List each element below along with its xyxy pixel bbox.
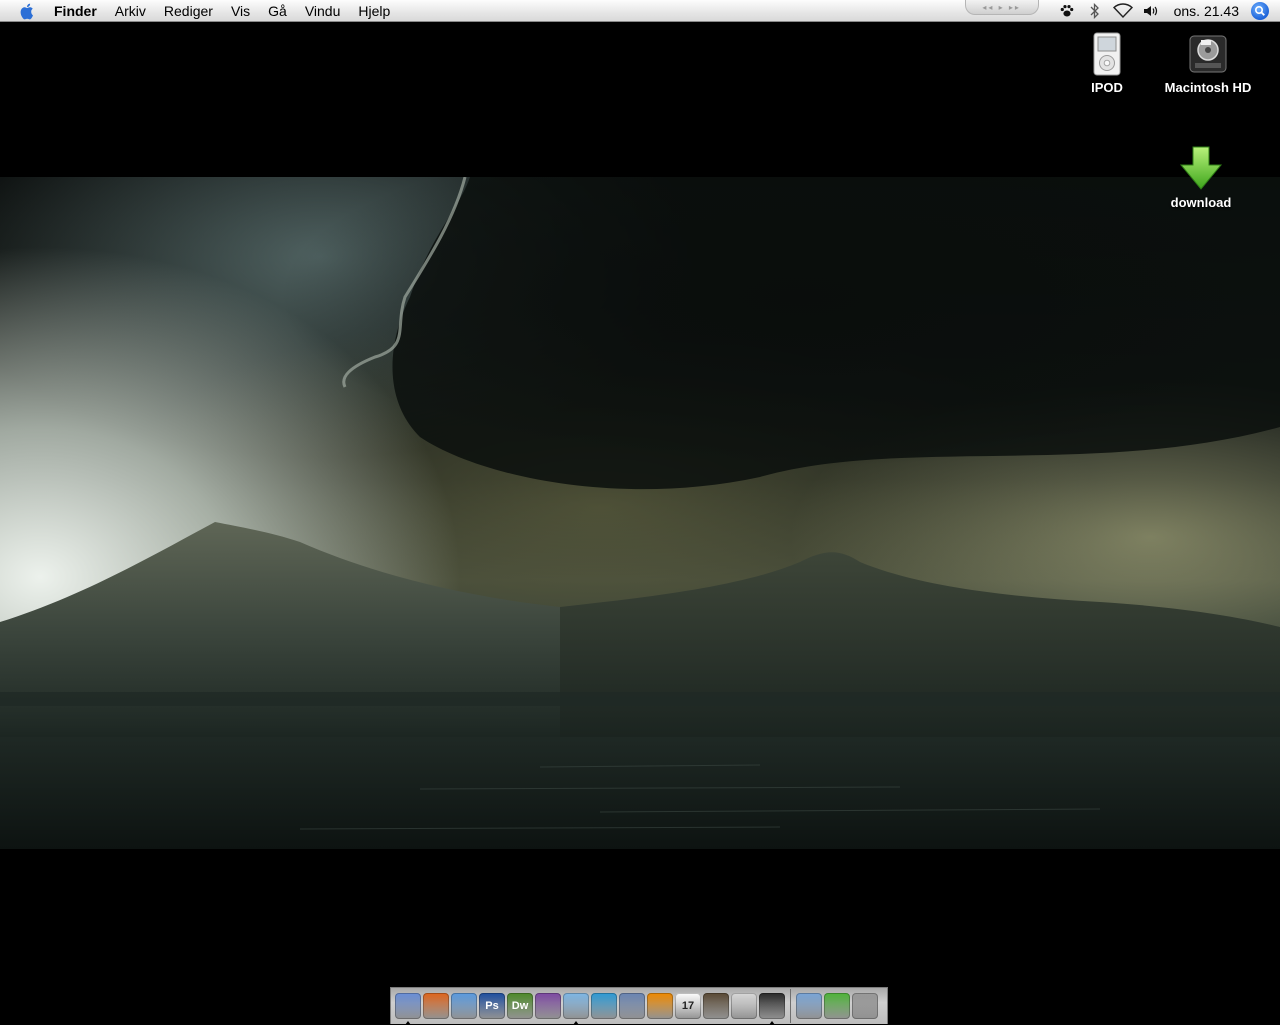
trash-icon[interactable] bbox=[852, 993, 878, 1019]
mail-icon[interactable] bbox=[619, 993, 645, 1019]
desktop-wallpaper bbox=[0, 177, 1280, 849]
desktop-icon-label: Macintosh HD bbox=[1164, 80, 1252, 95]
dock-item-text: 17 bbox=[681, 1000, 695, 1012]
itunes-icon[interactable] bbox=[563, 993, 589, 1025]
media-controls-icon[interactable]: ◂◂ ▸ ▸▸ bbox=[964, 0, 1039, 15]
paw-icon[interactable] bbox=[1057, 2, 1077, 20]
dock: Ps Dw 17 bbox=[390, 987, 888, 1025]
menu-hjelp[interactable]: Hjelp bbox=[349, 0, 399, 22]
dock-separator bbox=[790, 989, 791, 1023]
applications-folder-icon[interactable] bbox=[796, 993, 822, 1019]
desktop-icon-macintosh-hd[interactable]: Macintosh HD bbox=[1153, 32, 1263, 95]
desktop-icon-label: IPOD bbox=[1091, 80, 1123, 95]
dock-item-text: Dw bbox=[511, 1000, 529, 1012]
safari-icon[interactable] bbox=[451, 993, 477, 1019]
menu-app-name[interactable]: Finder bbox=[52, 0, 106, 22]
menu-rediger[interactable]: Rediger bbox=[155, 0, 222, 22]
desktop-icon-ipod[interactable]: IPOD bbox=[1052, 32, 1162, 95]
photoshop-icon[interactable]: Ps bbox=[479, 993, 505, 1019]
downloads-stack-icon[interactable] bbox=[824, 993, 850, 1019]
menu-vis[interactable]: Vis bbox=[222, 0, 259, 22]
preview-icon[interactable] bbox=[535, 993, 561, 1019]
messenger-icon[interactable] bbox=[591, 993, 617, 1019]
hard-drive-icon bbox=[1189, 35, 1227, 73]
volcano-landscape-image bbox=[0, 177, 1280, 849]
desktop-icon-download[interactable]: download bbox=[1146, 145, 1256, 210]
dashboard-icon[interactable] bbox=[759, 993, 785, 1025]
apple-menu-icon[interactable] bbox=[19, 2, 37, 20]
menu-bar: Finder Arkiv Rediger Vis Gå Vindu Hjelp … bbox=[0, 0, 1280, 22]
apple-store-icon[interactable] bbox=[731, 993, 757, 1019]
ipod-icon bbox=[1093, 32, 1121, 76]
dock-item-text: Ps bbox=[485, 1000, 499, 1012]
finder-icon[interactable] bbox=[395, 993, 421, 1025]
menu-extras: ◂◂ ▸ ▸▸ ons. 21.43 bbox=[964, 0, 1280, 21]
bluetooth-icon[interactable] bbox=[1085, 2, 1105, 20]
ical-icon[interactable]: 17 bbox=[675, 993, 701, 1019]
menu-clock[interactable]: ons. 21.43 bbox=[1174, 3, 1239, 19]
firefox-icon[interactable] bbox=[423, 993, 449, 1019]
vlc-icon[interactable] bbox=[647, 993, 673, 1019]
menu-ga[interactable]: Gå bbox=[259, 0, 296, 22]
iphoto-icon[interactable] bbox=[703, 993, 729, 1019]
menu-vindu[interactable]: Vindu bbox=[296, 0, 350, 22]
dock-docs bbox=[795, 993, 879, 1019]
desktop-icon-label: download bbox=[1170, 195, 1232, 210]
download-arrow-icon bbox=[1179, 146, 1223, 190]
wifi-icon[interactable] bbox=[1112, 2, 1133, 20]
volume-icon[interactable] bbox=[1141, 2, 1161, 20]
dock-apps: Ps Dw 17 bbox=[394, 993, 786, 1025]
spotlight-icon[interactable] bbox=[1251, 1, 1269, 20]
menu-arkiv[interactable]: Arkiv bbox=[106, 0, 155, 22]
dreamweaver-icon[interactable]: Dw bbox=[507, 993, 533, 1019]
